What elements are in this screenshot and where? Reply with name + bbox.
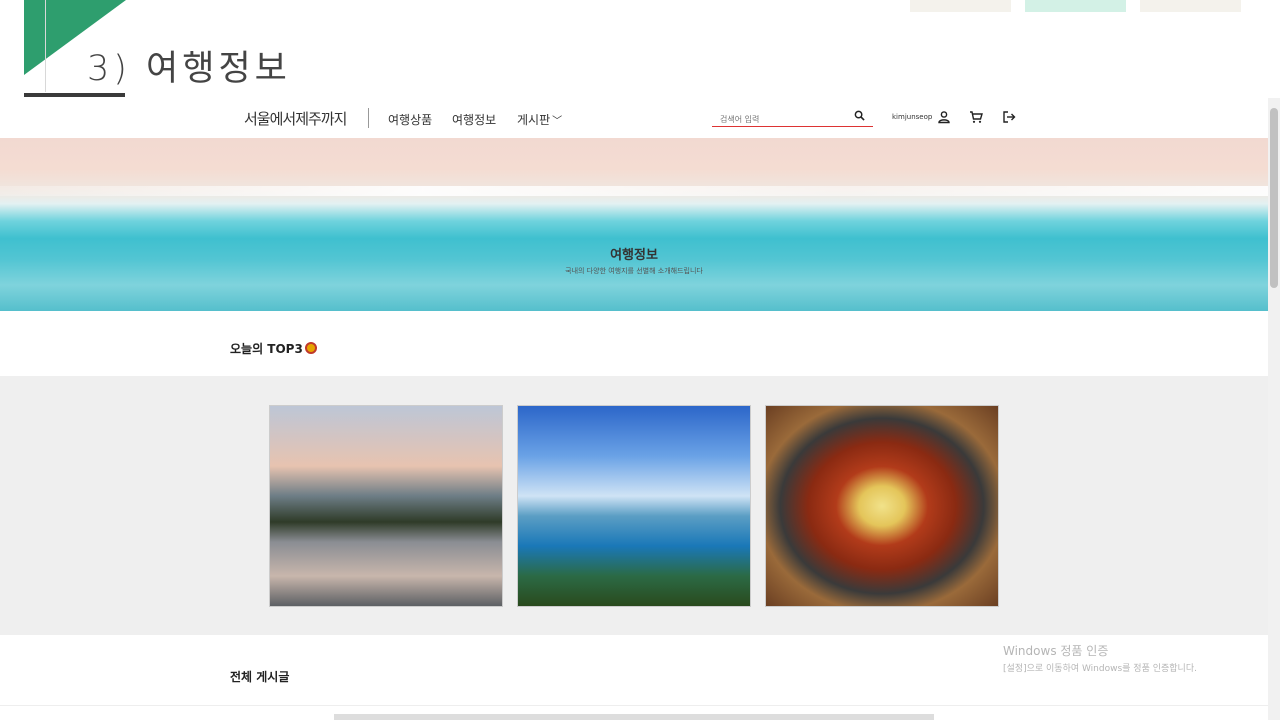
- site-logo[interactable]: 서울에서제주까지: [244, 108, 347, 129]
- watermark-line1: Windows 정품 인증: [1003, 644, 1109, 658]
- page-scrollbar[interactable]: [1268, 98, 1280, 720]
- top3-header-section: 오늘의 TOP3: [0, 311, 1268, 376]
- username-label: kimjunseop: [892, 113, 933, 121]
- chevron-down-icon: ﹀: [552, 116, 563, 127]
- top3-heading: 오늘의 TOP3: [230, 340, 317, 357]
- hero-title: 여행정보: [610, 248, 658, 263]
- posts-divider: [0, 705, 1268, 706]
- slide-title-underline: [24, 93, 125, 97]
- top3-cards-section: [0, 376, 1268, 635]
- hero-banner: 여행정보 국내의 다양한 여행지를 선별해 소개해드립니다: [0, 138, 1268, 311]
- post-thumbnail[interactable]: [334, 714, 934, 720]
- corner-accent-line: [45, 0, 46, 92]
- search-box: [712, 107, 873, 129]
- website-screenshot: 서울에서제주까지 여행상품 여행정보 게시판﹀ kimjunseop: [0, 98, 1268, 720]
- top-tab-3: [1140, 0, 1241, 12]
- top3-card-lake[interactable]: [269, 405, 503, 607]
- hero-subtitle: 국내의 다양한 여행지를 선별해 소개해드립니다: [565, 267, 703, 275]
- top-tab-1: [910, 0, 1011, 12]
- nav-divider: [368, 108, 369, 128]
- nav-link-travel-products[interactable]: 여행상품: [388, 111, 432, 128]
- search-input[interactable]: [712, 110, 842, 129]
- windows-activation-watermark: Windows 정품 인증 [설정]으로 이동하여 Windows를 정품 인증…: [1003, 642, 1197, 674]
- hero-wave-foam: [0, 186, 1268, 196]
- slide-title: 3) 여행정보: [87, 49, 291, 89]
- watermark-line2: [설정]으로 이동하여 Windows를 정품 인증합니다.: [1003, 664, 1197, 674]
- top3-heading-text: 오늘의 TOP3: [230, 342, 303, 356]
- top3-card-food[interactable]: [765, 405, 999, 607]
- logout-icon[interactable]: [1002, 110, 1016, 124]
- cart-icon[interactable]: [969, 110, 983, 124]
- search-icon[interactable]: [854, 110, 865, 121]
- medal-icon: [304, 342, 317, 354]
- all-posts-heading: 전체 게시글: [230, 670, 290, 684]
- top-tab-2: [1025, 0, 1126, 12]
- user-icon[interactable]: [937, 110, 951, 124]
- scrollbar-thumb[interactable]: [1270, 108, 1278, 288]
- site-navbar: 서울에서제주까지 여행상품 여행정보 게시판﹀ kimjunseop: [0, 98, 1268, 138]
- nav-link-travel-info[interactable]: 여행정보: [452, 111, 496, 128]
- nav-link-board[interactable]: 게시판 ﹀: [517, 111, 562, 128]
- top3-card-islands[interactable]: [517, 405, 751, 607]
- nav-link-board-label: 게시판: [517, 113, 551, 127]
